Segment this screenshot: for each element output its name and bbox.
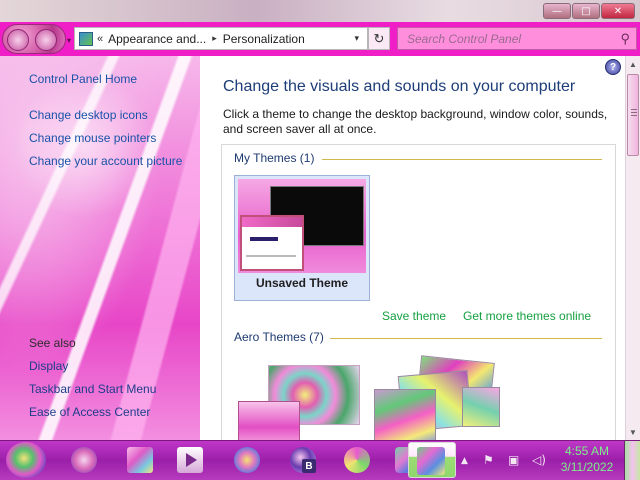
firefox-icon bbox=[234, 447, 260, 473]
ease-of-access-link[interactable]: Ease of Access Center bbox=[29, 405, 150, 419]
theme-thumbnail bbox=[238, 401, 300, 440]
back-forward-group bbox=[2, 24, 66, 54]
my-themes-header[interactable]: My Themes (1) bbox=[234, 151, 321, 165]
clock-date: 3/11/2022 bbox=[560, 460, 614, 474]
taskbar-app[interactable]: B bbox=[283, 443, 323, 477]
search-box[interactable]: ⚲ bbox=[397, 27, 637, 50]
background-decoration bbox=[10, 76, 160, 216]
minimize-button[interactable]: — bbox=[543, 3, 571, 19]
breadcrumb-separator-icon[interactable]: ▸ bbox=[212, 33, 217, 44]
control-panel-icon bbox=[417, 447, 445, 475]
breadcrumb-appearance[interactable]: Appearance and... bbox=[108, 32, 206, 46]
theme-thumbnail bbox=[238, 179, 366, 273]
change-mouse-pointers-link[interactable]: Change mouse pointers bbox=[29, 131, 156, 145]
breadcrumb-personalization[interactable]: Personalization bbox=[223, 32, 305, 46]
save-theme-link[interactable]: Save theme bbox=[382, 309, 446, 323]
vertical-scrollbar[interactable]: ▲ ▼ bbox=[625, 56, 640, 440]
back-arrow-icon[interactable] bbox=[7, 29, 29, 51]
app-badge: B bbox=[302, 459, 316, 473]
scroll-up-icon[interactable]: ▲ bbox=[626, 56, 640, 72]
display-link[interactable]: Display bbox=[29, 359, 68, 373]
control-panel-icon bbox=[79, 31, 93, 46]
refresh-icon[interactable]: ↻ bbox=[368, 27, 390, 50]
show-desktop-button[interactable] bbox=[624, 441, 640, 480]
folder-icon bbox=[127, 447, 153, 473]
taskbar-file-explorer[interactable] bbox=[120, 443, 160, 477]
action-center-flag-icon[interactable]: ⚑ bbox=[483, 453, 494, 467]
taskbar-firefox[interactable] bbox=[227, 443, 267, 477]
theme-thumbnail bbox=[462, 387, 500, 427]
maximize-button[interactable]: □ bbox=[572, 3, 600, 19]
address-dropdown-icon[interactable]: ▾ bbox=[354, 33, 359, 44]
page-description: Click a theme to change the desktop back… bbox=[223, 107, 608, 136]
taskbar-internet-explorer[interactable] bbox=[64, 443, 104, 477]
thumbnail-window-line bbox=[246, 255, 296, 257]
media-player-icon bbox=[177, 447, 203, 473]
system-clock[interactable]: 4:55 AM 3/11/2022 bbox=[557, 443, 617, 475]
grip-icon bbox=[631, 109, 637, 110]
get-more-themes-link[interactable]: Get more themes online bbox=[463, 309, 591, 323]
start-button[interactable] bbox=[6, 442, 46, 478]
thumbnail-window-content bbox=[250, 237, 278, 241]
address-bar[interactable]: « Appearance and... ▸ Personalization ▾ bbox=[74, 27, 368, 50]
volume-icon[interactable]: ◁) bbox=[532, 453, 546, 467]
control-panel-home-link[interactable]: Control Panel Home bbox=[29, 72, 137, 86]
taskbar-control-panel-active[interactable] bbox=[408, 442, 456, 478]
help-icon[interactable]: ? bbox=[605, 59, 621, 75]
scroll-down-icon[interactable]: ▼ bbox=[626, 424, 640, 440]
taskbar-media-player[interactable] bbox=[170, 443, 210, 477]
unsaved-theme-label: Unsaved Theme bbox=[255, 276, 349, 290]
close-button[interactable]: ✕ bbox=[601, 3, 635, 19]
app-icon: B bbox=[290, 447, 316, 473]
show-hidden-icons-icon[interactable]: ▲ bbox=[461, 456, 468, 466]
recent-pages-dropdown-icon[interactable]: ▾ bbox=[67, 36, 71, 45]
theme-thumbnail bbox=[374, 389, 436, 440]
network-icon[interactable]: ▣ bbox=[508, 453, 519, 467]
forward-arrow-icon[interactable] bbox=[35, 29, 57, 51]
play-icon bbox=[186, 453, 197, 467]
breadcrumb-overflow[interactable]: « bbox=[97, 33, 103, 45]
aero-theme-tile[interactable] bbox=[374, 355, 500, 440]
see-also-heading: See also bbox=[29, 336, 76, 350]
left-pane: Control Panel Home Change desktop icons … bbox=[0, 56, 200, 440]
chrome-icon bbox=[344, 447, 370, 473]
thumbnail-window-titlebar bbox=[242, 217, 302, 227]
taskbar-start-menu-link[interactable]: Taskbar and Start Menu bbox=[29, 382, 156, 396]
change-account-picture-link[interactable]: Change your account picture bbox=[29, 154, 182, 168]
change-desktop-icons-link[interactable]: Change desktop icons bbox=[29, 108, 148, 122]
thumbnail-window-preview bbox=[240, 215, 304, 271]
scrollbar-thumb[interactable] bbox=[627, 74, 639, 156]
unsaved-theme-tile[interactable]: Unsaved Theme bbox=[234, 175, 370, 301]
aero-theme-tile[interactable] bbox=[238, 365, 362, 440]
search-icon[interactable]: ⚲ bbox=[620, 31, 630, 47]
group-divider bbox=[322, 159, 602, 160]
group-divider bbox=[328, 338, 602, 339]
internet-explorer-icon bbox=[71, 447, 97, 473]
search-input[interactable] bbox=[407, 31, 597, 46]
page-title: Change the visuals and sounds on your co… bbox=[223, 78, 576, 95]
themes-list[interactable]: My Themes (1) Unsaved Theme Save theme G… bbox=[221, 144, 616, 440]
aero-themes-header[interactable]: Aero Themes (7) bbox=[234, 330, 330, 344]
taskbar-chrome[interactable] bbox=[337, 443, 377, 477]
main-pane: Change the visuals and sounds on your co… bbox=[200, 56, 625, 440]
clock-time: 4:55 AM bbox=[564, 444, 610, 458]
